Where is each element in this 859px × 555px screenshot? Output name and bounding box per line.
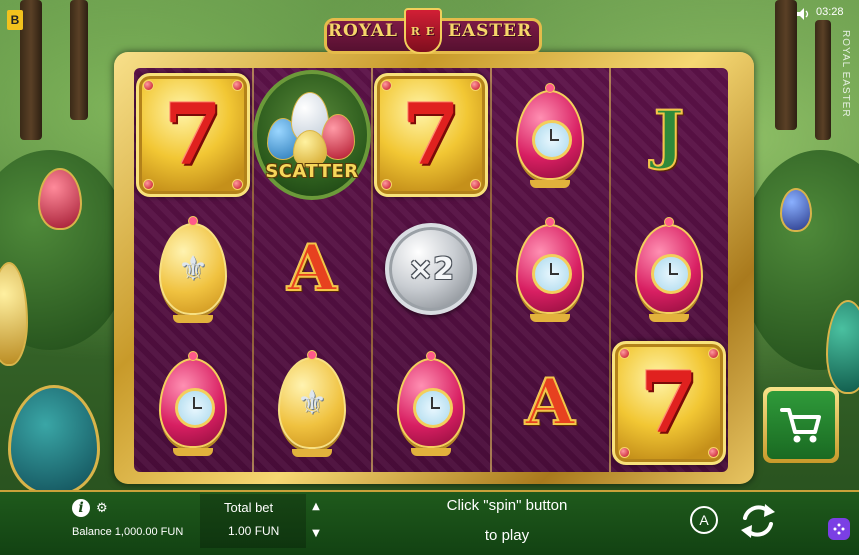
provider-logo: B [7, 10, 23, 30]
multiplier-label: ×2 [407, 251, 454, 287]
seven-label: 7 [401, 85, 461, 184]
gem-icon [232, 80, 243, 91]
seven-symbol: 7 [612, 341, 726, 465]
fleur-egg-symbol: ⚜ [278, 350, 346, 457]
egg-stand [173, 448, 213, 456]
egg-stand [649, 314, 689, 322]
reel-2-row-1: SCATTER [253, 68, 371, 202]
gem-icon [381, 80, 392, 91]
buy-feature-inner [767, 391, 835, 459]
decorative-egg [780, 188, 812, 232]
egg-stand [173, 315, 213, 323]
clock-time: 03:28 [816, 6, 844, 18]
seven-symbol: 7 [136, 73, 250, 197]
crest-letters: R E [410, 24, 436, 38]
balance-display: Balance 1,000.00 FUN [72, 526, 184, 538]
spin-button[interactable] [735, 498, 781, 544]
crown-gem-icon [545, 217, 555, 227]
clock-egg-symbol [516, 217, 584, 322]
egg-stand [530, 314, 570, 322]
crown-gem-icon [188, 216, 198, 226]
clock-egg-symbol [159, 351, 227, 456]
reel-1-row-1: 7 [134, 68, 252, 202]
seven-symbol: 7 [374, 73, 488, 197]
logo-word-right: EASTER [447, 21, 533, 41]
gem-icon [619, 348, 630, 359]
clock-egg-symbol [516, 83, 584, 188]
autoplay-button[interactable]: A [690, 506, 718, 534]
fleur-de-lis-icon: ⚜ [296, 383, 328, 423]
bet-increase-button[interactable]: ▲ [306, 497, 326, 517]
bet-decrease-button[interactable]: ▼ [306, 524, 326, 544]
buy-feature-button[interactable] [763, 387, 839, 463]
gem-icon [470, 80, 481, 91]
reel-5-row-2 [610, 202, 728, 336]
reel-area: 7 ⚜ SCATTER A ⚜ 7 ×2 A J 7 [134, 68, 728, 472]
gem-icon [470, 179, 481, 190]
menu-button[interactable] [828, 518, 850, 540]
seven-label: 7 [639, 353, 699, 452]
crest-shield-icon: R E [403, 8, 442, 54]
letter-a-symbol: A [286, 231, 338, 306]
logo-word-left: ROYAL [327, 21, 398, 41]
crown-gem-icon [188, 351, 198, 361]
letter-a-symbol: A [524, 365, 576, 440]
scatter-label: SCATTER [265, 161, 359, 182]
crown-gem-icon [307, 350, 317, 360]
reel-4-row-3: A [491, 336, 609, 470]
gem-icon [619, 447, 630, 458]
multiplier-coin-symbol: ×2 [385, 223, 477, 315]
decorative-egg [8, 385, 100, 496]
scatter-symbol: SCATTER [253, 70, 371, 200]
clock-egg-symbol [635, 217, 703, 322]
reel-1-row-2: ⚜ [134, 202, 252, 336]
reel-1-row-3 [134, 336, 252, 470]
reel-3-row-2: ×2 [372, 202, 490, 336]
letter-j-symbol: J [653, 97, 685, 172]
reel-5-row-1: J [610, 68, 728, 202]
info-icon[interactable]: i [72, 499, 90, 517]
total-bet-label: Total bet [224, 500, 274, 515]
crown-gem-icon [426, 351, 436, 361]
reel-3-row-3 [372, 336, 490, 470]
status-message-line2: to play [484, 527, 530, 544]
game-logo: ROYAL R E EASTER [324, 6, 542, 56]
seven-label: 7 [163, 85, 223, 184]
crown-gem-icon [664, 217, 674, 227]
background-tree [815, 20, 831, 140]
total-bet-value: 1.00 FUN [228, 524, 280, 538]
gem-icon [708, 447, 719, 458]
clock-face-icon [175, 388, 215, 428]
clock-face-icon [532, 120, 572, 160]
gear-icon[interactable]: ⚙ [96, 502, 108, 515]
gem-icon [381, 179, 392, 190]
dots-icon [833, 523, 845, 535]
reel-5-row-3: 7 [610, 336, 728, 470]
speaker-icon[interactable] [797, 8, 811, 20]
reel-2-row-3: ⚜ [253, 336, 371, 470]
reel-4-row-1 [491, 68, 609, 202]
gem-icon [708, 348, 719, 359]
status-message-line1: Click "spin" button [446, 497, 568, 514]
gem-icon [143, 80, 154, 91]
clock-face-icon [413, 388, 453, 428]
gem-icon [143, 179, 154, 190]
egg-stand [292, 449, 332, 457]
reel-2-row-2: A [253, 202, 371, 336]
vertical-game-title: ROYAL EASTER [840, 30, 851, 118]
logo-text: ROYAL R E EASTER [328, 8, 532, 54]
clock-face-icon [532, 254, 572, 294]
reel-4-row-2 [491, 202, 609, 336]
clock-egg-symbol [397, 351, 465, 456]
cart-icon [780, 408, 821, 443]
egg-stand [411, 448, 451, 456]
fleur-de-lis-icon: ⚜ [177, 249, 209, 289]
gem-icon [232, 179, 243, 190]
egg-stand [530, 180, 570, 188]
reel-3-row-1: 7 [372, 68, 490, 202]
fleur-egg-symbol: ⚜ [159, 216, 227, 323]
crown-gem-icon [545, 83, 555, 93]
decorative-egg [38, 168, 82, 230]
clock-face-icon [651, 254, 691, 294]
